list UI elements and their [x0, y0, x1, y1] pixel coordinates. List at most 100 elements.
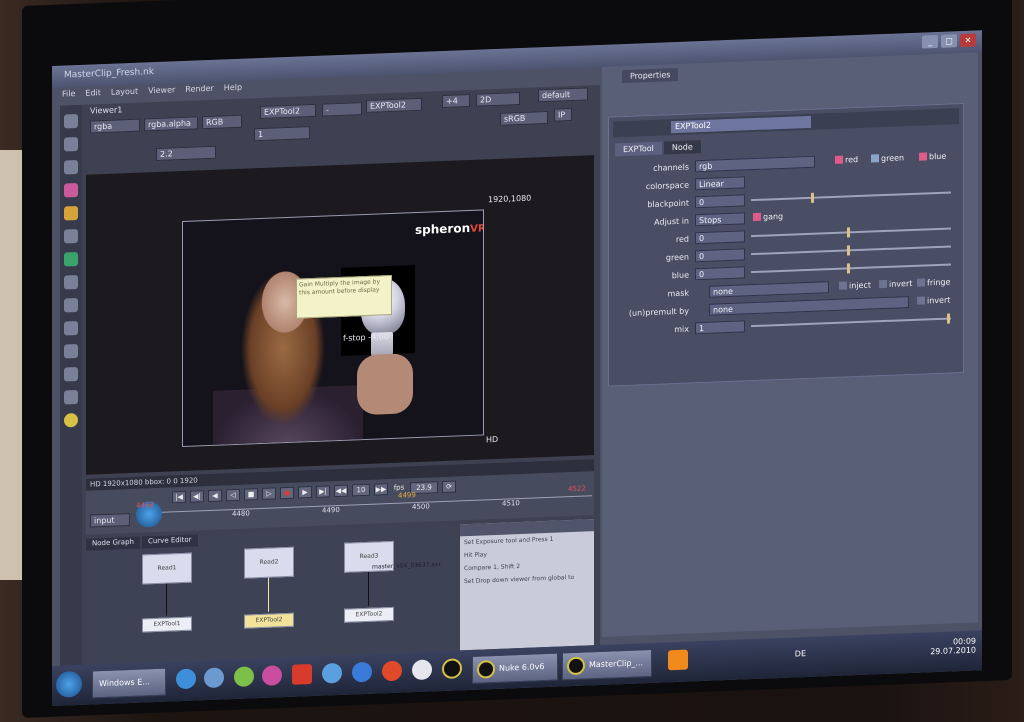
record-button[interactable]: ● — [280, 486, 294, 500]
close-button[interactable]: ✕ — [960, 33, 976, 48]
channel-tool-icon[interactable] — [64, 183, 78, 198]
minimize-button[interactable]: _ — [922, 34, 938, 49]
lut-select[interactable]: default — [538, 87, 588, 103]
fringe-checkbox[interactable]: fringe — [917, 277, 950, 287]
blackpoint-field[interactable]: 0 — [695, 194, 745, 209]
adjust-in-select[interactable]: Stops — [695, 212, 745, 227]
browser-e-icon[interactable] — [234, 666, 254, 688]
firefox-icon[interactable] — [382, 660, 402, 682]
gain-field[interactable]: 1 — [254, 126, 310, 142]
itunes-icon[interactable] — [322, 662, 342, 684]
nuke-logo-icon[interactable] — [64, 413, 78, 428]
color-tool-icon[interactable] — [64, 206, 78, 221]
channels-select[interactable]: rgb — [695, 155, 815, 173]
filter-tool-icon[interactable] — [64, 229, 78, 244]
mask-select[interactable]: none — [709, 281, 829, 298]
nuke-icon[interactable] — [442, 658, 462, 680]
tab-properties[interactable]: Properties — [622, 67, 679, 84]
red-checkbox[interactable]: red — [835, 155, 858, 165]
frame-gain-field[interactable]: 2.2 — [156, 145, 216, 162]
green-checkbox[interactable]: green — [871, 153, 904, 163]
input-select[interactable]: input — [90, 513, 130, 528]
blue-slider[interactable] — [751, 263, 951, 274]
stop-button[interactable]: ■ — [244, 488, 258, 501]
compare-mode-select[interactable]: - — [322, 102, 362, 117]
blue-checkbox[interactable]: blue — [919, 152, 946, 162]
exptool2-node[interactable]: EXPTool2 — [344, 606, 394, 623]
input-a-select[interactable]: EXPTool2 — [260, 103, 316, 120]
pointer-tool-icon[interactable] — [64, 114, 78, 129]
green-field[interactable]: 0 — [695, 248, 745, 263]
3d-tool-icon[interactable] — [64, 321, 78, 336]
first-frame-button[interactable]: |◀ — [172, 490, 186, 504]
view-mode-select[interactable]: 2D — [476, 92, 520, 107]
media-icon[interactable] — [204, 667, 224, 689]
play-back-button[interactable]: ◁ — [226, 488, 240, 502]
tab-node[interactable]: Node — [663, 140, 701, 155]
mix-field[interactable]: 1 — [695, 320, 745, 335]
merge-tool-icon[interactable] — [64, 275, 78, 290]
alpha-select[interactable]: rgba.alpha — [144, 116, 198, 132]
exptool2-node-selected[interactable]: EXPTool2 — [244, 612, 294, 629]
channels-select[interactable]: rgba — [90, 118, 140, 134]
exptool1-node[interactable]: EXPTool1 — [142, 616, 192, 633]
blackpoint-slider[interactable] — [751, 191, 951, 203]
red-slider[interactable] — [751, 227, 951, 238]
app-icon[interactable] — [412, 659, 432, 681]
colorspace-select[interactable]: sRGB — [500, 110, 548, 126]
menu-help[interactable]: Help — [224, 83, 242, 98]
premult-select[interactable]: none — [709, 296, 909, 316]
node-name-field[interactable]: EXPTool2 — [671, 115, 811, 134]
transform-tool-icon[interactable] — [64, 298, 78, 313]
tab-node-graph[interactable]: Node Graph — [86, 536, 140, 551]
globe-icon[interactable] — [262, 665, 282, 686]
blue-field[interactable]: 0 — [695, 266, 745, 281]
pdf-icon[interactable] — [292, 664, 312, 685]
start-button[interactable] — [56, 670, 82, 698]
clock-date[interactable]: 29.07.2010 — [930, 646, 976, 657]
maximize-button[interactable]: □ — [941, 34, 957, 48]
menu-layout[interactable]: Layout — [111, 87, 138, 102]
tab-exptool[interactable]: EXPTool — [615, 141, 662, 157]
colorspace-select[interactable]: Linear — [695, 176, 745, 191]
premult-invert-checkbox[interactable]: invert — [917, 295, 950, 305]
gang-checkbox[interactable]: gang — [753, 212, 783, 222]
vlc-icon[interactable] — [668, 649, 688, 671]
menu-viewer[interactable]: Viewer — [148, 85, 175, 100]
step-field[interactable]: 10 — [352, 483, 370, 497]
step-back-button[interactable]: ◀◀ — [334, 484, 348, 498]
metadata-tool-icon[interactable] — [64, 367, 78, 382]
keyer-tool-icon[interactable] — [64, 252, 78, 267]
ie-icon[interactable] — [176, 668, 196, 690]
tab-curve-editor[interactable]: Curve Editor — [141, 534, 198, 549]
read1-node[interactable]: Read1 — [142, 552, 192, 585]
menu-file[interactable]: File — [62, 89, 75, 104]
taskbar-masterclip-button[interactable]: MasterClip_... — [562, 648, 652, 681]
menu-edit[interactable]: Edit — [85, 88, 101, 103]
other-tool-icon[interactable] — [64, 390, 78, 405]
input-b-select[interactable]: EXPTool2 — [366, 97, 422, 113]
paint-tool-icon[interactable] — [64, 137, 78, 152]
read2-node[interactable]: Read2 — [244, 546, 294, 579]
viewer-canvas[interactable]: 1920,1080 f-stop -4.00 spheronVR HD Gain… — [86, 155, 594, 475]
prev-key-button[interactable]: ◀| — [190, 490, 204, 503]
mix-slider[interactable] — [751, 313, 951, 328]
ip-button[interactable]: IP — [554, 108, 572, 122]
green-slider[interactable] — [751, 245, 951, 256]
quicktime-icon[interactable] — [352, 661, 372, 683]
menu-render[interactable]: Render — [185, 84, 213, 99]
taskbar-explorer-button[interactable]: Windows E... — [92, 667, 166, 699]
invert-checkbox[interactable]: invert — [879, 279, 912, 289]
last-frame-button[interactable]: ▶| — [316, 485, 330, 498]
taskbar-nuke-button[interactable]: Nuke 6.0v6 — [472, 652, 558, 684]
node-graph[interactable]: Node Graph Curve Editor Read1 Read2 Read… — [86, 524, 456, 665]
exposure-offset[interactable]: +4 — [442, 93, 470, 109]
time-tool-icon[interactable] — [64, 160, 78, 175]
viewer-tab[interactable]: Viewer1 — [90, 105, 122, 115]
display-select[interactable]: RGB — [202, 114, 242, 130]
play-button[interactable]: ▷ — [262, 487, 276, 500]
next-frame-button[interactable]: ▶ — [298, 486, 312, 499]
inject-checkbox[interactable]: inject — [839, 281, 871, 291]
views-tool-icon[interactable] — [64, 344, 78, 359]
loop-button[interactable]: ⟳ — [442, 480, 456, 494]
